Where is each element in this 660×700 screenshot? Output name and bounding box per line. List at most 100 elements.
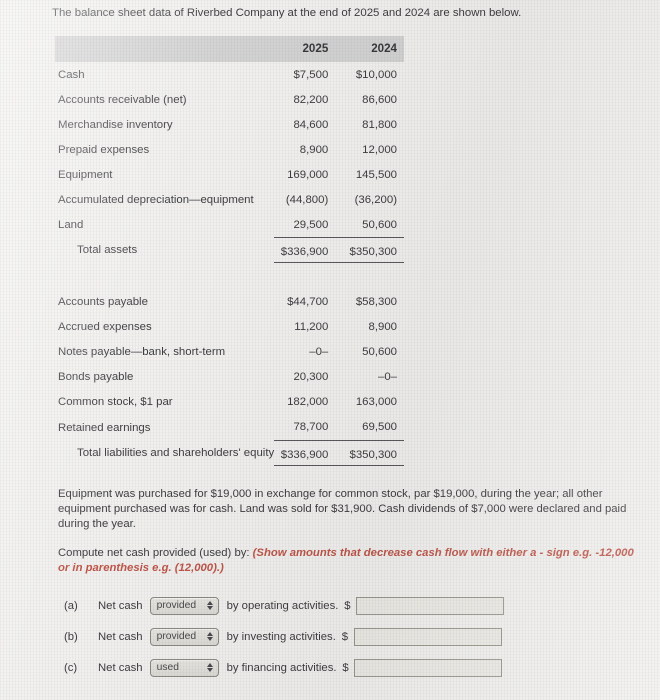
row-value-2025: 11,200 — [294, 321, 329, 333]
row-value-2025: (44,800) — [285, 193, 329, 206]
select-provided-used-a[interactable]: provided — [149, 596, 219, 615]
row-value-2024: (36,200) — [354, 193, 397, 206]
row-value-2025: 20,300 — [293, 371, 329, 383]
answer-rows: (a) Net cash provided by operating activ… — [64, 590, 624, 683]
table-row: Prepaid expenses 8,900 12,000 — [55, 137, 404, 162]
table-header: 2025 2024 — [55, 36, 404, 62]
row-label: Total assets — [77, 244, 138, 256]
row-value-2025: $336,900 — [274, 439, 341, 466]
row-value-2024: 69,500 — [362, 421, 397, 433]
spacer-cell — [55, 276, 274, 290]
table-row: Accumulated depreciation—equipment (44,8… — [55, 187, 404, 212]
row-value-2025: 182,000 — [287, 396, 329, 408]
select-provided-used-b[interactable]: provided — [149, 627, 219, 646]
table-row: Common stock, $1 par 182,000 163,000 — [55, 390, 404, 415]
row-label: Common stock, $1 par — [58, 396, 173, 408]
answer-letter: (b) — [64, 630, 78, 643]
row-label: Equipment — [58, 168, 113, 181]
row-value-2024: –0– — [377, 371, 397, 383]
select-value: used — [156, 661, 179, 673]
row-value-2024: 163,000 — [355, 396, 397, 408]
chevron-updown-icon — [206, 629, 214, 645]
rule-2024 — [340, 464, 404, 478]
row-label: Cash — [58, 68, 85, 81]
row-label: Accrued expenses — [58, 321, 152, 333]
table-row: Equipment 169,000 145,500 — [55, 162, 404, 187]
answer-suffix: by financing activities. — [226, 661, 337, 674]
table-row: Merchandise inventory 84,600 81,800 — [55, 112, 404, 137]
row-label: Retained earnings — [58, 421, 151, 434]
select-value: provided — [156, 630, 197, 642]
table-row: Land 29,500 50,600 — [55, 212, 404, 238]
row-value-2025: 82,200 — [293, 93, 329, 106]
compute-lead: Compute net cash provided (used) by: — [58, 547, 250, 559]
row-value-2024: $58,300 — [355, 296, 397, 308]
table-row: Bonds payable 20,300 –0– — [55, 365, 404, 390]
select-value: provided — [156, 599, 197, 611]
row-label: Prepaid expenses — [58, 143, 150, 156]
answer-row-a: (a) Net cash provided by operating activ… — [64, 590, 624, 621]
row-value-2024: 50,600 — [362, 346, 397, 358]
table-row-total-assets: Total assets $336,900 $350,300 — [55, 237, 404, 263]
double-rule-liabilities — [55, 464, 404, 478]
row-label: Accounts receivable (net) — [58, 93, 187, 106]
answer-prefix: Net cash — [98, 630, 143, 643]
row-value-2025: $44,700 — [287, 296, 329, 308]
table-body-liabilities: Accounts payable $44,700 $58,300 Accrued… — [55, 290, 404, 478]
chevron-updown-icon — [206, 660, 214, 676]
amount-input-a[interactable] — [356, 596, 505, 615]
table-row: Cash $7,500 $10,000 — [55, 62, 404, 87]
row-label: Accumulated depreciation—equipment — [58, 193, 254, 206]
row-value-2025: $336,900 — [274, 237, 341, 263]
table-row: Retained earnings 78,700 69,500 — [55, 415, 404, 441]
answer-letter: (c) — [64, 661, 78, 674]
balance-sheet-table: 2025 2024 Cash $7,500 $10,000 Accounts r… — [55, 36, 404, 478]
dollar-sign: $ — [342, 661, 349, 674]
dollar-sign: $ — [341, 630, 348, 643]
note-text: Equipment was purchased for $19,000 in e… — [58, 488, 627, 531]
row-value-2025: 8,900 — [299, 143, 329, 156]
dollar-sign: $ — [344, 599, 351, 612]
row-label: Land — [58, 219, 84, 231]
row-value-2025: 29,500 — [293, 218, 329, 231]
chevron-updown-icon — [206, 598, 214, 614]
row-value-2025: 84,600 — [293, 118, 329, 131]
row-value-2025: 78,700 — [293, 421, 329, 433]
row-value-2024: 86,600 — [362, 93, 397, 106]
row-value-2025: –0– — [309, 346, 329, 358]
column-header-2024: 2024 — [340, 36, 404, 62]
table-header-row: 2025 2024 — [55, 36, 404, 62]
select-provided-used-c[interactable]: used — [149, 658, 219, 677]
amount-input-c[interactable] — [354, 658, 503, 677]
rule-spacer — [55, 263, 274, 276]
row-value-2024: 50,600 — [362, 218, 397, 231]
answer-letter: (a) — [64, 599, 78, 612]
row-label: Merchandise inventory — [58, 118, 173, 131]
table-row: Accounts payable $44,700 $58,300 — [55, 290, 404, 315]
row-label: Notes payable—bank, short-term — [58, 346, 226, 358]
amount-input-b[interactable] — [353, 627, 502, 646]
rule-2025 — [274, 464, 341, 478]
row-value-2025: 169,000 — [287, 168, 329, 181]
column-header-label — [55, 36, 275, 62]
row-value-2024: $350,300 — [340, 439, 404, 466]
table-body-assets: Cash $7,500 $10,000 Accounts receivable … — [55, 62, 404, 290]
section-spacer — [55, 276, 404, 290]
row-value-2024: 8,900 — [368, 321, 397, 333]
row-value-2024: 12,000 — [362, 143, 397, 156]
table-row: Notes payable—bank, short-term –0– 50,60… — [55, 340, 404, 365]
answer-row-b: (b) Net cash provided by investing activ… — [64, 621, 624, 652]
answer-prefix: Net cash — [98, 661, 143, 674]
answer-row-c: (c) Net cash used by financing activitie… — [64, 652, 624, 683]
row-label: Total liabilities and shareholders' equi… — [77, 446, 275, 459]
answer-suffix: by operating activities. — [226, 599, 339, 612]
table-row: Accounts receivable (net) 82,200 86,600 — [55, 87, 404, 112]
row-value-2024: $350,300 — [340, 237, 404, 263]
spacer-cell — [274, 276, 340, 290]
compute-instruction: Compute net cash provided (used) by: (Sh… — [58, 546, 644, 577]
table-row-total-liabilities: Total liabilities and shareholders' equi… — [55, 439, 404, 466]
spacer-cell — [340, 276, 404, 290]
row-label: Accounts payable — [58, 296, 148, 308]
answer-suffix: by investing activities. — [226, 630, 336, 643]
table-row: Accrued expenses 11,200 8,900 — [55, 315, 404, 340]
